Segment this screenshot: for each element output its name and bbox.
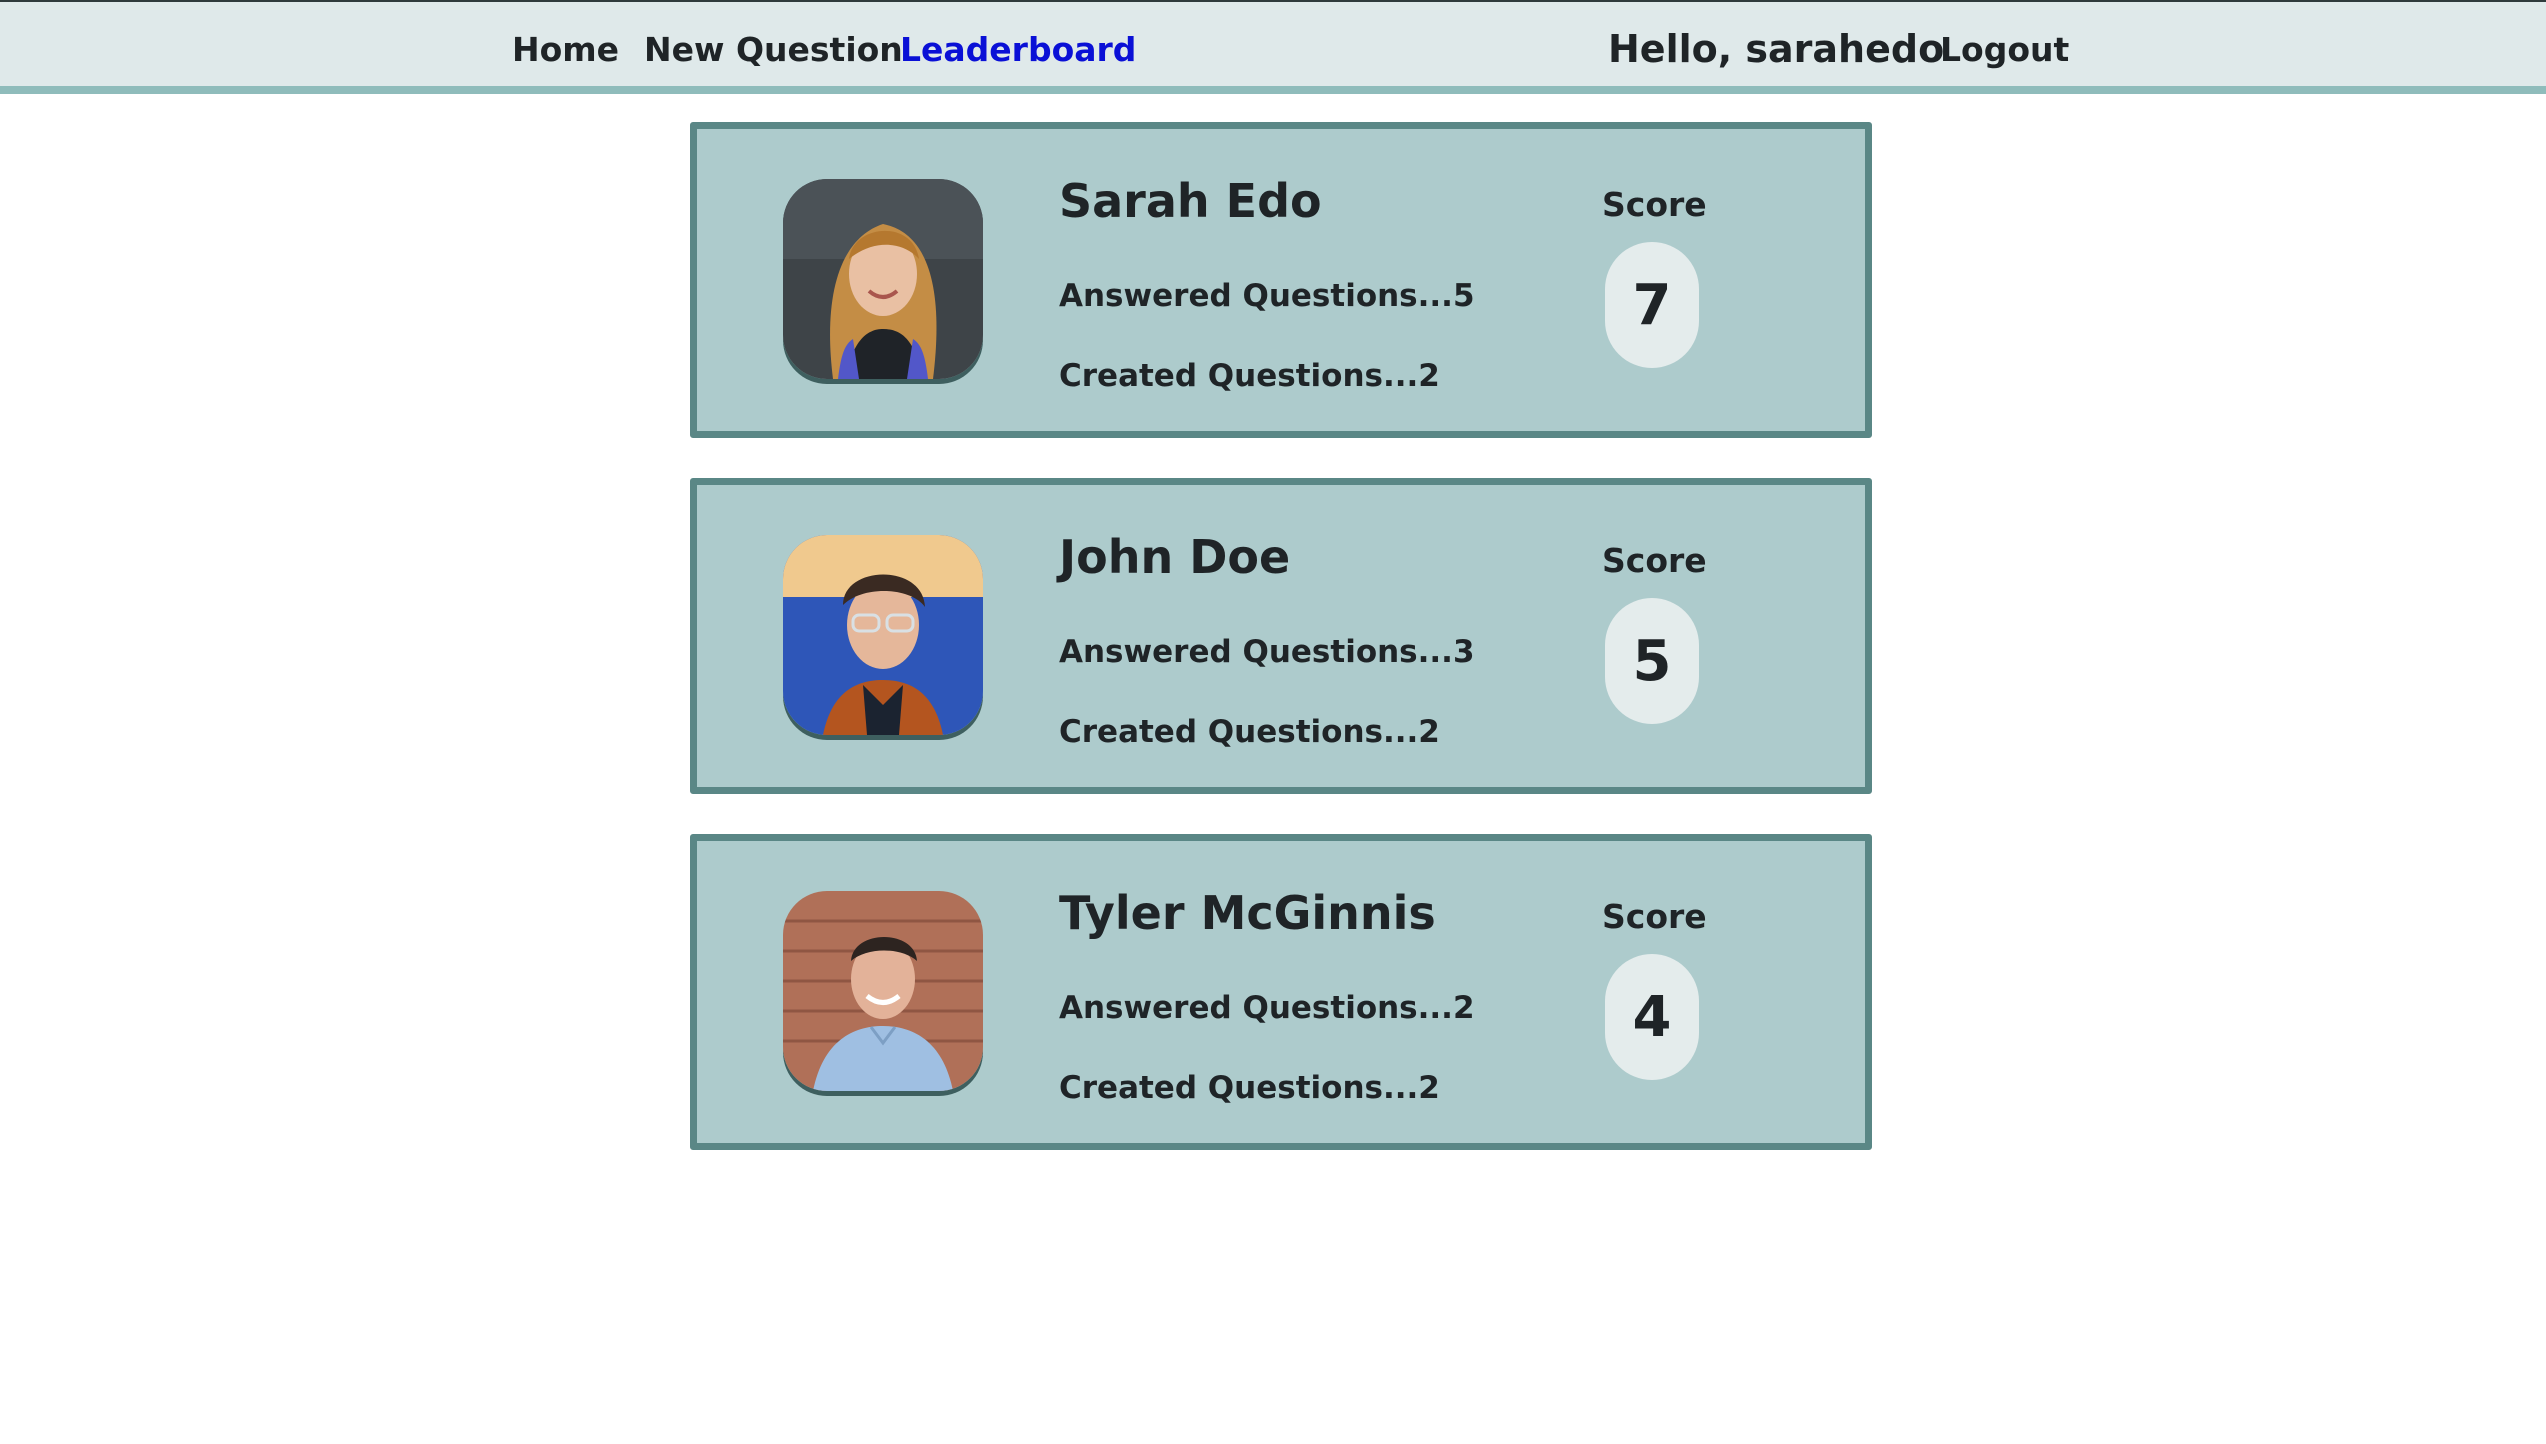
score-label: Score [1602,541,1707,580]
avatar-photo-john [783,535,983,735]
avatar-photo-sarah [783,179,983,379]
answered-questions-count: Answered Questions...2 [1059,990,1475,1026]
leaderboard-card: Sarah Edo Answered Questions...5 Created… [690,122,1872,438]
nav-new-question-link[interactable]: New Question [644,30,903,70]
created-questions-count: Created Questions...2 [1059,1070,1440,1106]
score-badge: 5 [1605,598,1699,724]
user-name: Tyler McGinnis [1059,886,1436,940]
score-badge: 7 [1605,242,1699,368]
created-questions-count: Created Questions...2 [1059,358,1440,394]
answered-questions-count: Answered Questions...3 [1059,634,1475,670]
top-navigation-bar: Home New Question Leaderboard Hello, sar… [0,0,2546,94]
score-label: Score [1602,185,1707,224]
nav-home-link[interactable]: Home [512,30,619,70]
answered-questions-count: Answered Questions...5 [1059,278,1475,314]
score-label: Score [1602,897,1707,936]
user-name: John Doe [1059,530,1291,584]
leaderboard-card: John Doe Answered Questions...3 Created … [690,478,1872,794]
user-greeting: Hello, sarahedo [1608,27,1945,71]
user-name: Sarah Edo [1059,174,1322,228]
avatar-photo-tyler [783,891,983,1091]
created-questions-count: Created Questions...2 [1059,714,1440,750]
logout-link[interactable]: Logout [1940,30,2069,70]
user-avatar [783,891,983,1091]
score-badge: 4 [1605,954,1699,1080]
nav-leaderboard-link[interactable]: Leaderboard [900,30,1136,70]
leaderboard-card: Tyler McGinnis Answered Questions...2 Cr… [690,834,1872,1150]
user-avatar [783,535,983,735]
user-avatar [783,179,983,379]
